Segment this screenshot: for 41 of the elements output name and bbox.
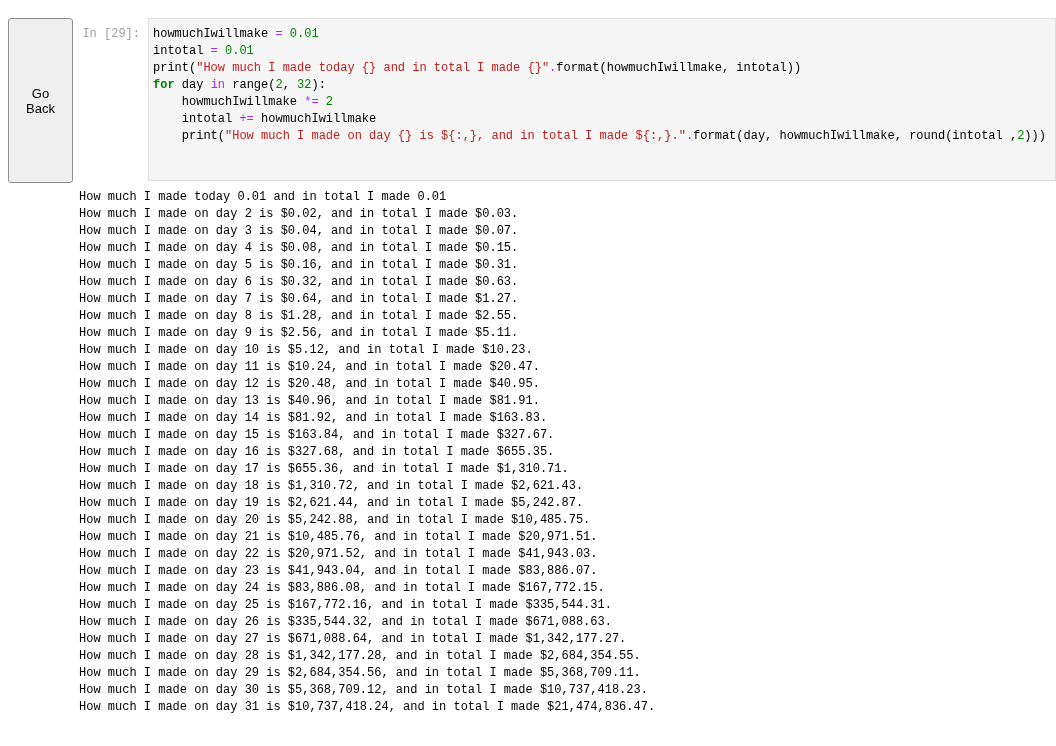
output-line: How much I made on day 20 is $5,242.88, and in total I made $10,485.75.: [79, 512, 591, 529]
output-line: How much I made on day 23 is $41,943.04, and in total I made $83,886.07.: [79, 563, 598, 580]
code-line: for day in range(2, 32):: [153, 77, 326, 94]
output-line: How much I made today 0.01 and in total I made 0.01: [79, 189, 447, 206]
output-line: How much I made on day 6 is $0.32, and in total I made $0.63.: [79, 274, 519, 291]
output-line: How much I made on day 4 is $0.08, and in total I made $0.15.: [79, 240, 519, 257]
output-line: How much I made on day 10 is $5.12, and in total I made $10.23.: [79, 342, 533, 359]
code-line: print("How much I made today {} and in total I made {}".format(howmuchIwillmake, intotal)): [153, 60, 802, 77]
output-line: How much I made on day 22 is $20,971.52, and in total I made $41,943.03.: [79, 546, 598, 563]
output-line: How much I made on day 18 is $1,310.72, and in total I made $2,621.43.: [79, 478, 584, 495]
code-line: intotal = 0.01: [153, 43, 254, 60]
output-line: How much I made on day 7 is $0.64, and in total I made $1.27.: [79, 291, 519, 308]
output-line: How much I made on day 29 is $2,684,354.56, and in total I made $5,368,709.11.: [79, 665, 641, 682]
code-cell[interactable]: [148, 18, 1056, 181]
output-line: How much I made on day 31 is $10,737,418.24, and in total I made $21,474,836.47.: [79, 699, 656, 716]
output-line: How much I made on day 24 is $83,886.08, and in total I made $167,772.15.: [79, 580, 605, 597]
output-line: How much I made on day 12 is $20.48, and in total I made $40.95.: [79, 376, 540, 393]
output-line: How much I made on day 14 is $81.92, and in total I made $163.83.: [79, 410, 548, 427]
output-line: How much I made on day 2 is $0.02, and in total I made $0.03.: [79, 206, 519, 223]
output-line: How much I made on day 15 is $163.84, and in total I made $327.67.: [79, 427, 555, 444]
output-line: How much I made on day 25 is $167,772.16, and in total I made $335,544.31.: [79, 597, 612, 614]
output-line: How much I made on day 19 is $2,621.44, and in total I made $5,242.87.: [79, 495, 584, 512]
output-line: How much I made on day 26 is $335,544.32, and in total I made $671,088.63.: [79, 614, 612, 631]
code-line: howmuchIwillmake = 0.01: [153, 26, 319, 43]
code-line: howmuchIwillmake *= 2: [180, 94, 334, 111]
output-line: How much I made on day 5 is $0.16, and in total I made $0.31.: [79, 257, 519, 274]
output-line: How much I made on day 8 is $1.28, and in total I made $2.55.: [79, 308, 519, 325]
go-back-button[interactable]: Go Back: [8, 18, 73, 183]
code-line: intotal += howmuchIwillmake: [180, 111, 377, 128]
output-line: How much I made on day 11 is $10.24, and in total I made $20.47.: [79, 359, 540, 376]
output-line: How much I made on day 9 is $2.56, and in total I made $5.11.: [79, 325, 519, 342]
output-line: How much I made on day 30 is $5,368,709.12, and in total I made $10,737,418.23.: [79, 682, 648, 699]
output-line: How much I made on day 27 is $671,088.64, and in total I made $1,342,177.27.: [79, 631, 627, 648]
output-line: How much I made on day 17 is $655.36, and in total I made $1,310.71.: [79, 461, 569, 478]
output-line: How much I made on day 21 is $10,485.76, and in total I made $20,971.51.: [79, 529, 598, 546]
cell-prompt: In [29]:: [81, 26, 141, 43]
code-line: print("How much I made on day {} is ${:,}, and in total I made ${:,}.".format(day, howmuchIwillmake, round(intotal ,2))): [180, 128, 1046, 145]
output-line: How much I made on day 28 is $1,342,177.28, and in total I made $2,684,354.55.: [79, 648, 641, 665]
output-line: How much I made on day 3 is $0.04, and in total I made $0.07.: [79, 223, 519, 240]
output-line: How much I made on day 13 is $40.96, and in total I made $81.91.: [79, 393, 540, 410]
output-line: How much I made on day 16 is $327.68, and in total I made $655.35.: [79, 444, 555, 461]
